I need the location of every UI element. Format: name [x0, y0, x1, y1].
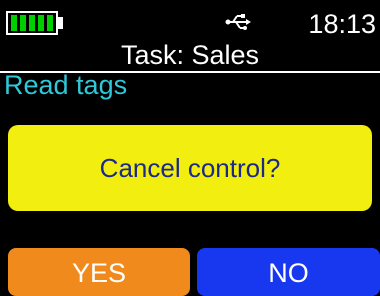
no-button[interactable]: NO [197, 248, 380, 296]
battery-cell [38, 15, 44, 31]
battery-cell [47, 15, 53, 31]
battery-cell [20, 15, 26, 31]
battery-icon [6, 11, 58, 35]
confirm-dialog: Cancel control? [8, 125, 372, 211]
usb-icon [225, 14, 251, 30]
battery-cell [29, 15, 35, 31]
yes-button[interactable]: YES [8, 248, 190, 296]
battery-cap [58, 17, 63, 29]
dialog-message: Cancel control? [99, 152, 281, 183]
status-bar: 18:13 [0, 0, 380, 40]
page-title: Task: Sales [120, 40, 260, 70]
section-label: Read tags [4, 70, 128, 100]
clock: 18:13 [308, 9, 376, 39]
battery-cell [11, 15, 17, 31]
